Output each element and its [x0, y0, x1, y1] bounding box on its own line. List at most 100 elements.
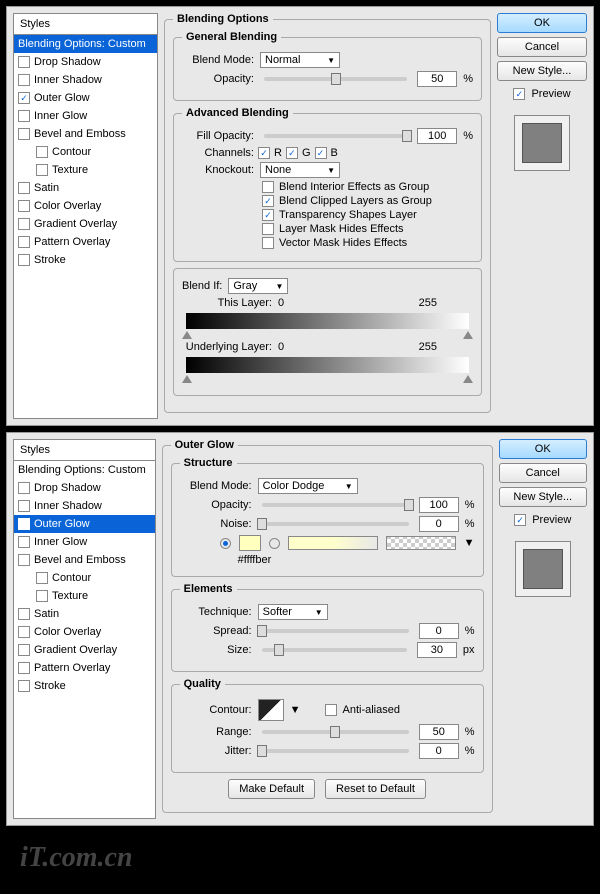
- contour-swatch[interactable]: [258, 699, 284, 721]
- slider-thumb-icon[interactable]: [330, 726, 340, 738]
- reset-default-button[interactable]: Reset to Default: [325, 779, 426, 799]
- channel-g-checkbox[interactable]: [286, 147, 298, 159]
- slider-handle-icon[interactable]: [182, 331, 192, 339]
- style-pattern-overlay[interactable]: Pattern Overlay: [14, 233, 157, 251]
- preview-checkbox[interactable]: [514, 514, 526, 526]
- style-texture[interactable]: Texture: [14, 161, 157, 179]
- checkbox-icon[interactable]: [18, 200, 30, 212]
- slider-handle-icon[interactable]: [182, 375, 192, 383]
- spread-slider[interactable]: [262, 629, 409, 633]
- chevron-down-icon[interactable]: ▼: [464, 537, 475, 549]
- checkbox-icon[interactable]: [18, 626, 30, 638]
- checkbox-icon[interactable]: [262, 195, 274, 207]
- checkbox-icon[interactable]: [36, 164, 48, 176]
- checkbox-icon[interactable]: [262, 237, 274, 249]
- style-color-overlay[interactable]: Color Overlay: [14, 197, 157, 215]
- blend-mode-select[interactable]: Normal▼: [260, 52, 340, 68]
- checkbox-icon[interactable]: [18, 56, 30, 68]
- style-gradient-overlay[interactable]: Gradient Overlay: [14, 215, 157, 233]
- technique-select[interactable]: Softer▼: [258, 604, 328, 620]
- slider-thumb-icon[interactable]: [257, 745, 267, 757]
- range-input[interactable]: 50: [419, 724, 459, 740]
- style-satin[interactable]: Satin: [14, 605, 155, 623]
- slider-thumb-icon[interactable]: [331, 73, 341, 85]
- range-slider[interactable]: [262, 730, 409, 734]
- color-radio[interactable]: [220, 538, 231, 549]
- style-stroke[interactable]: Stroke: [14, 251, 157, 269]
- checkbox-icon[interactable]: [18, 608, 30, 620]
- style-outer-glow[interactable]: Outer Glow: [14, 89, 157, 107]
- new-style-button[interactable]: New Style...: [499, 487, 588, 507]
- checkbox-icon[interactable]: [18, 128, 30, 140]
- ok-button[interactable]: OK: [499, 439, 588, 459]
- noise-slider[interactable]: [262, 522, 409, 526]
- chevron-down-icon[interactable]: ▼: [290, 704, 301, 716]
- checkbox-icon[interactable]: [18, 482, 30, 494]
- checkbox-icon[interactable]: [36, 590, 48, 602]
- channel-b-checkbox[interactable]: [315, 147, 327, 159]
- checkbox-icon[interactable]: [36, 572, 48, 584]
- style-contour[interactable]: Contour: [14, 143, 157, 161]
- checkbox-icon[interactable]: [18, 500, 30, 512]
- anti-aliased-checkbox[interactable]: [325, 704, 337, 716]
- style-inner-glow[interactable]: Inner Glow: [14, 107, 157, 125]
- fill-opacity-slider[interactable]: [264, 134, 407, 138]
- new-style-button[interactable]: New Style...: [497, 61, 587, 81]
- checkbox-icon[interactable]: [18, 92, 30, 104]
- slider-thumb-icon[interactable]: [257, 518, 267, 530]
- checkbox-icon[interactable]: [18, 536, 30, 548]
- preview-checkbox[interactable]: [513, 88, 525, 100]
- style-blending-options[interactable]: Blending Options: Custom: [14, 461, 155, 479]
- style-gradient-overlay[interactable]: Gradient Overlay: [14, 641, 155, 659]
- style-texture[interactable]: Texture: [14, 587, 155, 605]
- slider-thumb-icon[interactable]: [402, 130, 412, 142]
- checkbox-icon[interactable]: [36, 146, 48, 158]
- noise-input[interactable]: 0: [419, 516, 459, 532]
- checkbox-icon[interactable]: [18, 662, 30, 674]
- make-default-button[interactable]: Make Default: [228, 779, 315, 799]
- checkbox-icon[interactable]: [18, 74, 30, 86]
- checkbox-icon[interactable]: [18, 236, 30, 248]
- size-slider[interactable]: [262, 648, 407, 652]
- jitter-input[interactable]: 0: [419, 743, 459, 759]
- style-inner-glow[interactable]: Inner Glow: [14, 533, 155, 551]
- checkbox-icon[interactable]: [18, 218, 30, 230]
- style-inner-shadow[interactable]: Inner Shadow: [14, 71, 157, 89]
- checkbox-icon[interactable]: [18, 518, 30, 530]
- checkbox-icon[interactable]: [262, 223, 274, 235]
- opacity-input[interactable]: 100: [419, 497, 459, 513]
- slider-thumb-icon[interactable]: [274, 644, 284, 656]
- style-inner-shadow[interactable]: Inner Shadow: [14, 497, 155, 515]
- gradient-radio[interactable]: [269, 538, 280, 549]
- style-contour[interactable]: Contour: [14, 569, 155, 587]
- slider-thumb-icon[interactable]: [404, 499, 414, 511]
- style-drop-shadow[interactable]: Drop Shadow: [14, 53, 157, 71]
- gradient-swatch[interactable]: [288, 536, 378, 550]
- checkbox-icon[interactable]: [262, 209, 274, 221]
- blend-if-select[interactable]: Gray▼: [228, 278, 288, 294]
- checkbox-icon[interactable]: [18, 254, 30, 266]
- style-blending-options[interactable]: Blending Options: Custom: [14, 35, 157, 53]
- color-swatch[interactable]: [239, 535, 261, 551]
- slider-handle-icon[interactable]: [463, 331, 473, 339]
- jitter-slider[interactable]: [262, 749, 409, 753]
- style-bevel-emboss[interactable]: Bevel and Emboss: [14, 551, 155, 569]
- spread-input[interactable]: 0: [419, 623, 459, 639]
- style-drop-shadow[interactable]: Drop Shadow: [14, 479, 155, 497]
- fill-opacity-input[interactable]: 100: [417, 128, 457, 144]
- opacity-input[interactable]: 50: [417, 71, 457, 87]
- this-layer-gradient[interactable]: [186, 313, 469, 329]
- checkbox-icon[interactable]: [18, 644, 30, 656]
- checkbox-icon[interactable]: [262, 181, 274, 193]
- knockout-select[interactable]: None▼: [260, 162, 340, 178]
- style-bevel-emboss[interactable]: Bevel and Emboss: [14, 125, 157, 143]
- underlying-layer-gradient[interactable]: [186, 357, 469, 373]
- slider-handle-icon[interactable]: [463, 375, 473, 383]
- checkbox-icon[interactable]: [18, 110, 30, 122]
- opacity-slider[interactable]: [262, 503, 409, 507]
- checkbox-icon[interactable]: [18, 554, 30, 566]
- slider-thumb-icon[interactable]: [257, 625, 267, 637]
- cancel-button[interactable]: Cancel: [499, 463, 588, 483]
- channel-r-checkbox[interactable]: [258, 147, 270, 159]
- blend-mode-select[interactable]: Color Dodge▼: [258, 478, 358, 494]
